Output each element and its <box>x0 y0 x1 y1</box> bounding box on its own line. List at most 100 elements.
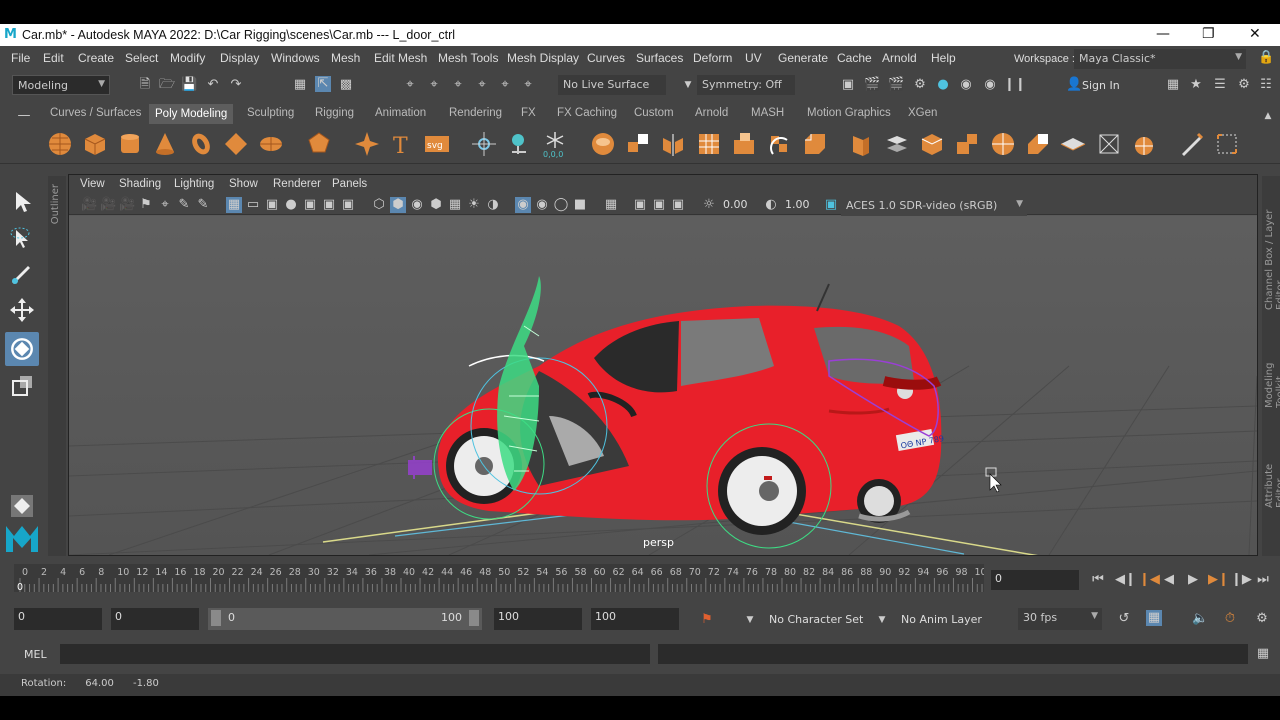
combine-icon[interactable] <box>589 130 617 158</box>
arnold-render-icon[interactable]: ◉ <box>958 77 974 93</box>
tab-mash[interactable]: MASH <box>751 107 784 119</box>
shelf-menu-icon[interactable]: — <box>16 108 32 124</box>
save-scene-icon[interactable]: 💾 <box>181 77 197 93</box>
anim-layer-label[interactable]: No Anim Layer <box>901 613 982 626</box>
gamma-icon[interactable]: ◐ <box>763 197 779 213</box>
fps-dropdown[interactable]: 30 fps ▼ <box>1018 608 1102 630</box>
snap-surface-icon[interactable]: ⌖ <box>497 77 513 93</box>
menu-edit[interactable]: Edit <box>43 51 64 65</box>
menu-help[interactable]: Help <box>931 51 956 65</box>
platonic-solid-icon[interactable] <box>305 130 333 158</box>
poly-torus-icon[interactable] <box>187 130 215 158</box>
xray-joints-icon[interactable]: ▣ <box>651 197 667 213</box>
image-plane-icon[interactable]: ⚑ <box>138 197 154 213</box>
tab-rigging[interactable]: Rigging <box>315 107 354 119</box>
menu-windows[interactable]: Windows <box>271 51 320 65</box>
menu-deform[interactable]: Deform <box>693 51 732 65</box>
tab-curves-surfaces[interactable]: Curves / Surfaces <box>50 107 141 119</box>
bridge-icon[interactable] <box>765 130 793 158</box>
character-set-dropdown-icon[interactable]: ▼ <box>742 612 758 628</box>
step-forward-key-icon[interactable]: ▶❙ <box>1208 572 1229 588</box>
camera-select-icon[interactable]: 🎥 <box>81 197 97 213</box>
grease-pencil-2-icon[interactable]: ✎ <box>195 197 211 213</box>
multi-cut-icon[interactable] <box>883 130 911 158</box>
tab-arnold[interactable]: Arnold <box>695 107 728 119</box>
playback-end-field[interactable]: 100 <box>494 608 582 630</box>
depth-of-field-icon[interactable]: ■ <box>572 197 588 213</box>
field-chart-icon[interactable]: ▣ <box>302 197 318 213</box>
poly-plane-icon[interactable] <box>222 130 250 158</box>
isolate-select-icon[interactable]: ▦ <box>603 197 619 213</box>
menu-arnold[interactable]: Arnold <box>882 51 917 65</box>
script-language-label[interactable]: MEL <box>24 648 47 661</box>
minimize-icon[interactable]: — <box>1156 26 1170 42</box>
snap-curve-icon[interactable]: ⌖ <box>426 77 442 93</box>
arnold-ipr-icon[interactable]: ◉ <box>982 77 998 93</box>
tab-rendering[interactable]: Rendering <box>449 107 502 119</box>
checker-icon[interactable]: ▦ <box>447 197 463 213</box>
character-set-label[interactable]: No Character Set <box>769 613 863 626</box>
shelf-scroll-up-icon[interactable]: ▲ <box>1260 108 1276 124</box>
film-gate-icon[interactable]: ▭ <box>245 197 261 213</box>
snap-grid-icon[interactable]: ⌖ <box>402 77 418 93</box>
vp-menu-lighting[interactable]: Lighting <box>174 178 214 190</box>
tool-settings-icon[interactable]: ⚙ <box>1236 77 1252 93</box>
menu-generate[interactable]: Generate <box>778 51 828 65</box>
menu-select[interactable]: Select <box>125 51 158 65</box>
vp-menu-renderer[interactable]: Renderer <box>273 178 321 190</box>
resolution-gate-icon[interactable]: ▣ <box>264 197 280 213</box>
menu-set-dropdown[interactable]: Modeling ▼ <box>12 75 110 95</box>
range-handle-left[interactable] <box>211 610 221 626</box>
perspective-viewport[interactable]: y z x ΟΘ ΝΡ 789 <box>69 216 1257 555</box>
audio-icon[interactable]: 🔈 <box>1192 611 1208 627</box>
anti-aliasing-icon[interactable]: ◯ <box>553 197 569 213</box>
smooth-shade-icon[interactable]: ⬢ <box>390 197 406 213</box>
menu-uv[interactable]: UV <box>745 51 762 65</box>
insert-edge-loop-icon[interactable] <box>847 130 875 158</box>
tab-attribute-editor[interactable]: Attribute Editor <box>1264 432 1280 508</box>
pivot-icon[interactable] <box>506 130 534 158</box>
tab-motion-graphics[interactable]: Motion Graphics <box>807 107 891 119</box>
brush-icon[interactable] <box>1178 130 1206 158</box>
quad-draw-icon[interactable] <box>953 130 981 158</box>
snap-view-icon[interactable]: ⌖ <box>474 77 490 93</box>
sweep-mesh-icon[interactable] <box>470 130 498 158</box>
rotate-tool-button[interactable] <box>5 332 39 366</box>
xray-components-icon[interactable]: ▣ <box>670 197 686 213</box>
tab-sculpting[interactable]: Sculpting <box>247 107 294 119</box>
poly-sphere-icon[interactable] <box>46 130 74 158</box>
anim-layer-dropdown-icon[interactable]: ▼ <box>874 612 890 628</box>
range-bar[interactable]: 0 100 <box>208 608 482 630</box>
play-forward-icon[interactable]: ▶ <box>1185 572 1201 588</box>
modeling-toolkit-icon[interactable]: ▦ <box>1165 77 1181 93</box>
exposure-field[interactable]: 0.00 <box>719 196 751 214</box>
gate-mask-icon[interactable]: ● <box>283 197 299 213</box>
current-frame-field[interactable]: 0 <box>991 570 1079 590</box>
mirror-icon[interactable] <box>659 130 687 158</box>
workspace-dropdown[interactable]: Maya Classic* ▼ <box>1074 49 1246 69</box>
go-to-end-icon[interactable]: ⏭ <box>1255 572 1271 588</box>
menu-mesh-tools[interactable]: Mesh Tools <box>438 51 498 65</box>
menu-display[interactable]: Display <box>220 51 259 65</box>
poly-cone-icon[interactable] <box>151 130 179 158</box>
ambient-occlusion-icon[interactable]: ◉ <box>515 197 531 213</box>
layout-toggle-icon[interactable] <box>8 492 36 520</box>
grid-toggle-icon[interactable]: ▦ <box>226 197 242 213</box>
vp-menu-shading[interactable]: Shading <box>119 178 161 190</box>
menu-modify[interactable]: Modify <box>170 51 205 65</box>
channel-box-icon[interactable]: ☷ <box>1258 77 1274 93</box>
tab-poly-modeling[interactable]: Poly Modeling <box>149 104 234 124</box>
menu-edit-mesh[interactable]: Edit Mesh <box>374 51 427 65</box>
camera-attributes-icon[interactable]: 🎥 <box>100 197 116 213</box>
menu-mesh[interactable]: Mesh <box>331 51 360 65</box>
menu-mesh-display[interactable]: Mesh Display <box>507 51 579 65</box>
select-component-icon[interactable]: ▩ <box>338 77 354 93</box>
render-settings-icon[interactable]: ⚙ <box>912 77 928 93</box>
poly-cube-icon[interactable] <box>81 130 109 158</box>
reduce-icon[interactable] <box>1024 130 1052 158</box>
hypershade-icon[interactable]: ● <box>935 77 951 93</box>
bookmark-icon[interactable]: 🎥 <box>119 197 135 213</box>
move-tool-icon[interactable] <box>8 296 36 324</box>
bool-icon[interactable] <box>989 130 1017 158</box>
vp-menu-view[interactable]: View <box>80 178 105 190</box>
